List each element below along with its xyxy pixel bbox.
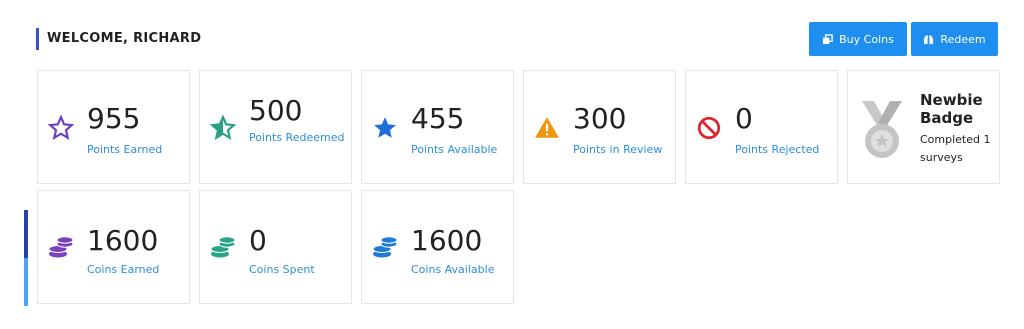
coin-stack-icon [210,236,236,258]
points-earned-value: 955 [87,102,141,135]
coins-spent-label: Coins Spent [249,263,315,276]
points-earned-label: Points Earned [87,143,163,156]
coins-icon [823,33,833,44]
badge-title: Newbie Badge [920,91,983,127]
points-available-card: 455 Points Available [361,70,514,184]
coin-stack-icon [48,236,74,258]
points-in-review-label: Points in Review [573,143,663,156]
points-available-label: Points Available [411,143,498,156]
points-in-review-card: 300 Points in Review [523,70,676,184]
coin-stack-icon [372,236,398,258]
points-redeemed-card: 500 Points Redeemed [199,70,352,184]
points-redeemed-value: 500 [249,94,303,127]
points-rejected-value: 0 [735,102,753,135]
buy-coins-button[interactable]: Buy Coins [809,22,907,56]
coins-available-card: 1600 Coins Available [361,190,514,304]
coins-available-value: 1600 [411,224,483,257]
coins-earned-label: Coins Earned [87,263,160,276]
newbie-badge-card: Newbie Badge Completed 1 surveys [847,70,1000,184]
blocked-icon [697,116,721,140]
welcome-heading: WELCOME, RICHARD [47,31,202,46]
coins-earned-card: 1600 Coins Earned [37,190,190,304]
medal-icon [862,101,902,158]
coins-spent-value: 0 [249,224,267,257]
coins-available-label: Coins Available [411,263,495,276]
points-earned-card: 955 Points Earned [37,70,190,184]
redeem-label: Redeem [940,32,986,46]
redeem-button[interactable]: Redeem [911,22,998,56]
points-rejected-label: Points Rejected [735,143,820,156]
points-available-value: 455 [411,102,465,135]
star-half-icon [210,115,236,140]
star-filled-icon [374,117,396,138]
star-outline-icon [48,115,74,140]
side-accent-bar [24,210,28,306]
points-in-review-value: 300 [573,102,627,135]
buy-coins-label: Buy Coins [839,32,894,46]
points-redeemed-label: Points Redeemed [249,131,345,144]
points-rejected-card: 0 Points Rejected [685,70,838,184]
gift-icon [924,34,934,44]
coins-spent-card: 0 Coins Spent [199,190,352,304]
warning-icon [535,117,559,138]
badge-subtitle: Completed 1 surveys [920,133,991,164]
coins-earned-value: 1600 [87,224,159,257]
header-accent-bar [36,28,39,50]
